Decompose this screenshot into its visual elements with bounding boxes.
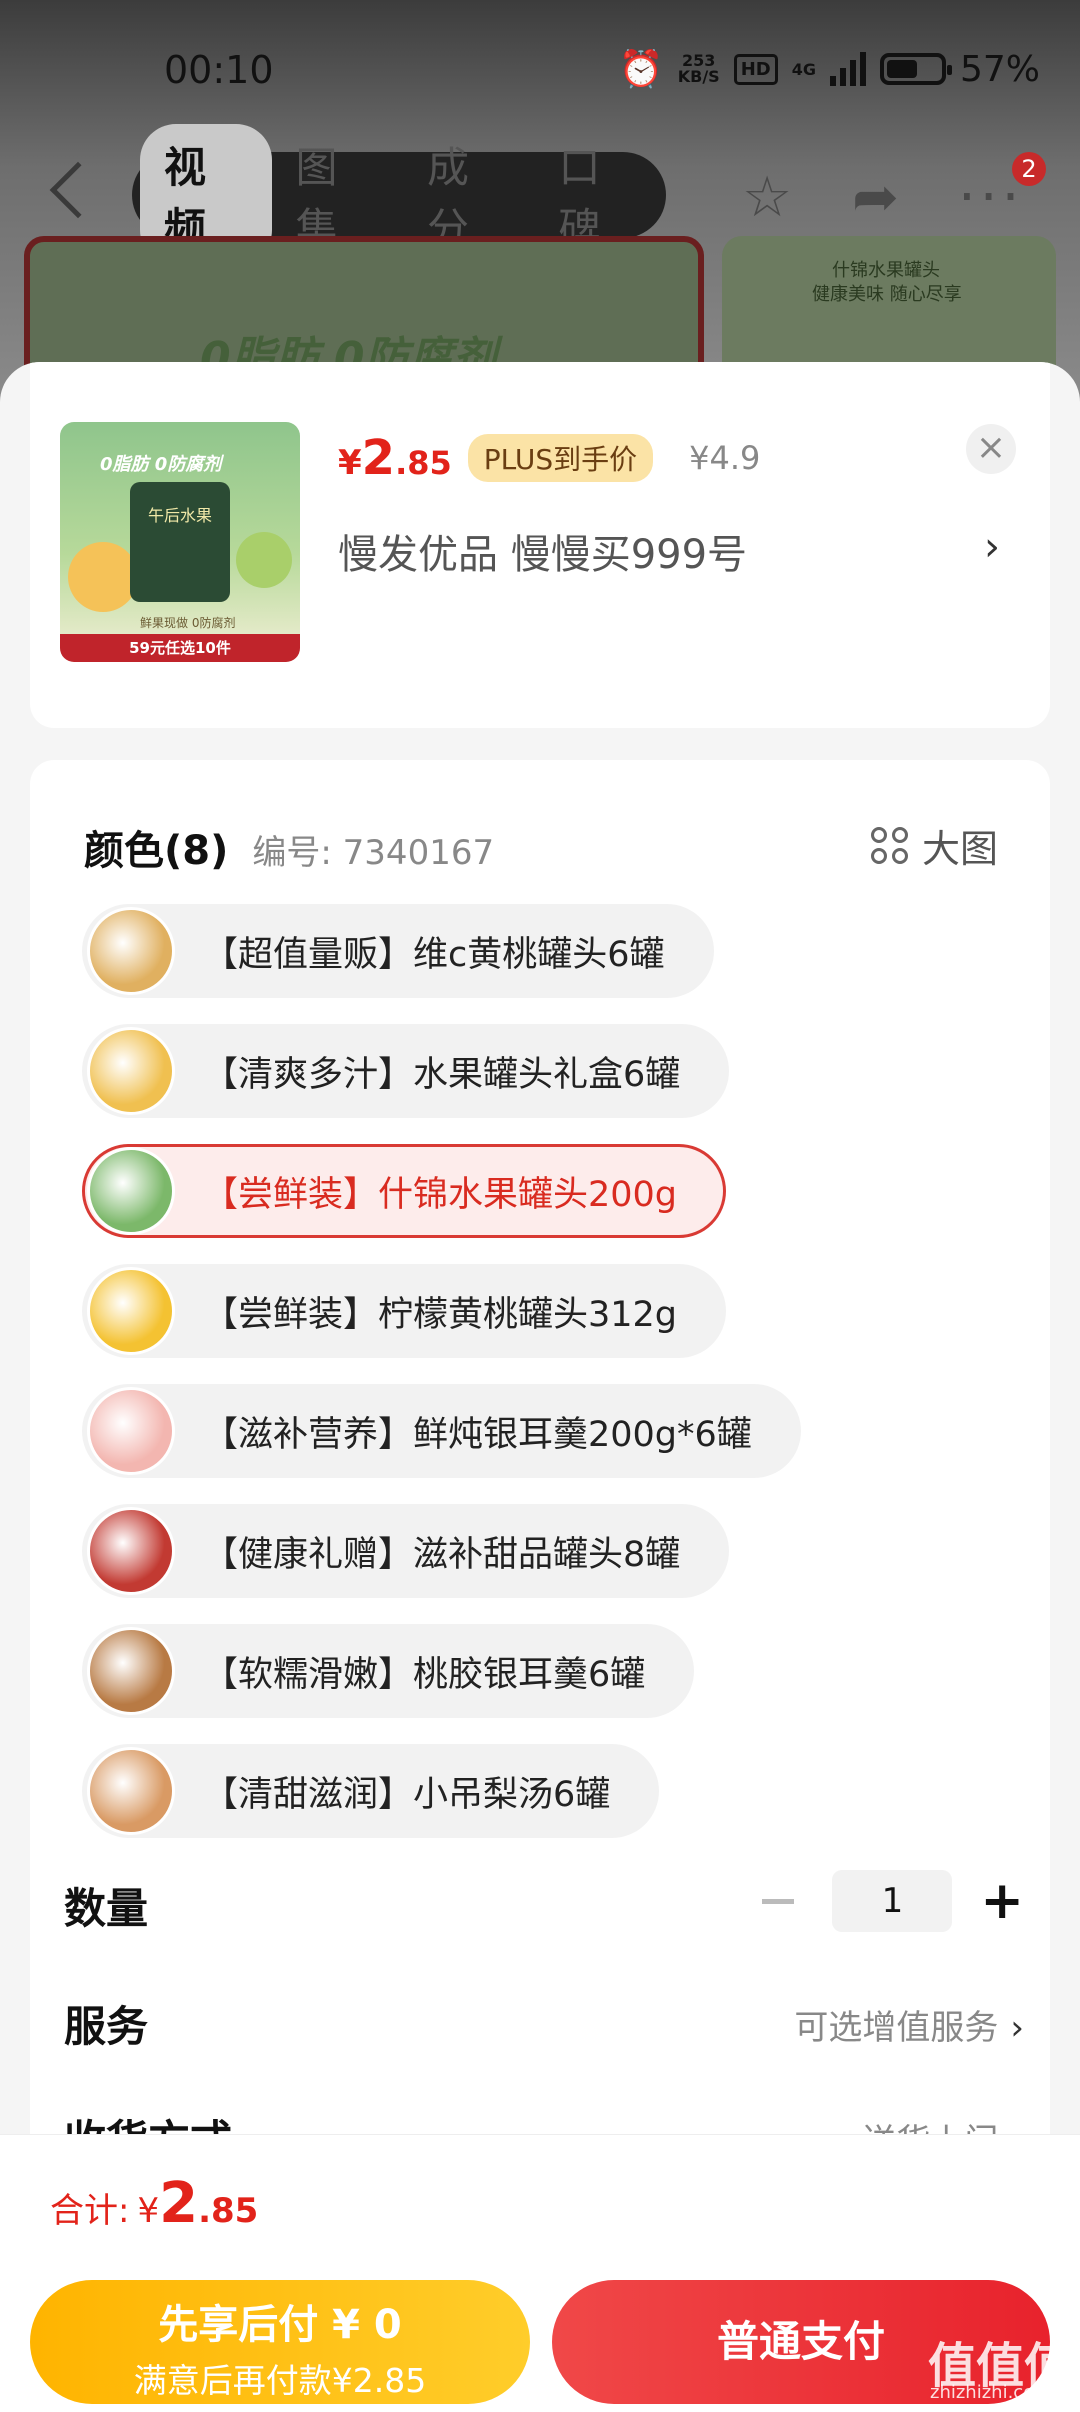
minus-icon[interactable] (762, 1898, 795, 1904)
quantity-input[interactable]: 1 (832, 1870, 953, 1932)
share-icon[interactable]: ➦ (852, 170, 899, 226)
item-code: 编号: 7340167 (252, 833, 495, 873)
network-type: 4G (791, 59, 816, 79)
option-label: 【滋补营养】鲜炖银耳羹200g*6罐 (203, 1414, 752, 1455)
color-header: 颜色(8) 编号: 7340167 (84, 818, 494, 876)
service-hint: 可选增值服务 › (794, 2000, 1024, 2049)
option-label: 【超值量贩】维c黄桃罐头6罐 (203, 934, 665, 975)
total-symbol: ¥ (137, 2191, 160, 2231)
option-thumbnail (87, 1627, 175, 1715)
big-image-label: 大图 (921, 827, 998, 871)
color-option[interactable]: 【软糯滑嫩】桃胶银耳羹6罐 (82, 1624, 695, 1718)
grape-shape (236, 532, 292, 588)
color-option[interactable]: 【健康礼赠】滋补甜品罐头8罐 (82, 1504, 730, 1598)
pay-bar: 先享后付 ¥ 0 满意后再付款¥2.85 普通支付 (0, 2264, 1080, 2412)
product-image[interactable]: 0脂肪 0防腐剂 午后水果 鲜果现做 0防腐剂 59元任选10件 (60, 422, 300, 662)
chevron-right-icon: › (1010, 2008, 1024, 2048)
option-label: 【清爽多汁】水果罐头礼盒6罐 (203, 1054, 681, 1095)
sku-sheet: 0脂肪 0防腐剂 午后水果 鲜果现做 0防腐剂 59元任选10件 ¥2.85 P… (0, 362, 1080, 2412)
watermark-url: zhizhizhi.com (930, 2382, 1052, 2403)
option-thumbnail (87, 1507, 175, 1595)
color-option[interactable]: 【清甜滋润】小吊梨汤6罐 (82, 1744, 660, 1838)
product-image-banner: 59元任选10件 (60, 634, 300, 662)
option-label: 【尝鲜装】柠檬黄桃罐头312g (203, 1294, 678, 1335)
total-decimal: .85 (198, 2191, 259, 2231)
close-button[interactable]: × (966, 424, 1016, 474)
option-label: 【软糯滑嫩】桃胶银耳羹6罐 (203, 1654, 646, 1695)
total-integer: 2 (159, 2171, 199, 2236)
quantity-row: 数量 1 + (64, 1870, 1024, 1940)
option-thumbnail (87, 1267, 175, 1355)
product-image-sub: 鲜果现做 0防腐剂 (140, 616, 236, 630)
color-option[interactable]: 【尝鲜装】什锦水果罐头200g (82, 1144, 727, 1238)
grid-icon (870, 827, 908, 864)
option-thumbnail (87, 1747, 175, 1835)
star-icon[interactable]: ☆ (742, 170, 792, 226)
status-time: 00:10 (164, 48, 274, 92)
status-bar: 00:10 ⏰ 253 KB/S HD 4G 57% (0, 0, 1080, 140)
option-thumbnail (87, 907, 175, 995)
signal-icon (829, 52, 866, 86)
option-label: 【清甜滋润】小吊梨汤6罐 (203, 1774, 611, 1815)
battery-percent: 57% (959, 48, 1040, 90)
net-speed: 253 KB/S (678, 53, 720, 85)
price-decimal: .85 (395, 444, 452, 482)
total-amount: 合计: ¥ 2 .85 (50, 2171, 258, 2236)
pay-later-title: 先享后付 ¥ 0 (158, 2302, 402, 2348)
product-summary: 0脂肪 0防腐剂 午后水果 鲜果现做 0防腐剂 59元任选10件 ¥2.85 P… (30, 362, 1050, 728)
pay-later-button[interactable]: 先享后付 ¥ 0 满意后再付款¥2.85 (30, 2280, 530, 2404)
background-thumbnail-text: 什锦水果罐头 (832, 260, 940, 281)
seller-name[interactable]: 慢发优品 慢慢买999号 (338, 522, 747, 580)
color-options: 【超值量贩】维c黄桃罐头6罐 【清爽多汁】水果罐头礼盒6罐 【尝鲜装】什锦水果罐头2… (82, 904, 801, 1864)
option-thumbnail (87, 1027, 175, 1115)
color-option[interactable]: 【清爽多汁】水果罐头礼盒6罐 (82, 1024, 730, 1118)
service-title: 服务 (64, 2001, 149, 2051)
notification-badge: 2 (1012, 152, 1046, 186)
color-title: 颜色(8) (84, 828, 229, 874)
price-row: ¥2.85 PLUS到手价 ¥4.9 (338, 430, 760, 486)
big-image-toggle[interactable]: 大图 (870, 818, 998, 873)
background-page: 00:10 ⏰ 253 KB/S HD 4G 57% 视频 图集 成分 口碑 ☆… (0, 0, 1080, 436)
hd-icon: HD (733, 53, 778, 85)
quantity-title: 数量 (64, 1883, 149, 1933)
plus-icon[interactable]: + (980, 1875, 1024, 1927)
total-bar: 合计: ¥ 2 .85 (0, 2134, 1080, 2264)
pay-later-sub: 满意后再付款¥2.85 (133, 2361, 427, 2400)
service-hint-text: 可选增值服务 (794, 2008, 999, 2048)
chevron-right-icon[interactable]: › (984, 524, 1000, 570)
product-can: 午后水果 (130, 482, 230, 602)
current-price: ¥2.85 (338, 430, 452, 486)
peach-shape (68, 542, 138, 612)
option-label: 【尝鲜装】什锦水果罐头200g (203, 1174, 678, 1215)
quantity-stepper: 1 + (762, 1870, 1024, 1932)
color-option[interactable]: 【滋补营养】鲜炖银耳羹200g*6罐 (82, 1384, 801, 1478)
price-integer: 2 (361, 430, 396, 486)
color-option[interactable]: 【尝鲜装】柠檬黄桃罐头312g (82, 1264, 727, 1358)
plus-price-tag: PLUS到手价 (467, 434, 654, 482)
background-thumbnail-sub: 健康美味 随心尽享 (812, 284, 962, 305)
battery-icon (879, 53, 952, 85)
service-row[interactable]: 服务 可选增值服务 › (64, 1988, 1024, 2058)
screen: 00:10 ⏰ 253 KB/S HD 4G 57% 视频 图集 成分 口碑 ☆… (0, 0, 1080, 2412)
option-thumbnail (87, 1387, 175, 1475)
total-label: 合计: (50, 2191, 130, 2231)
back-icon[interactable] (49, 161, 107, 219)
top-nav: 视频 图集 成分 口碑 ☆ ➦ ··· (0, 124, 1080, 266)
net-speed-unit: KB/S (677, 67, 720, 86)
status-icons: ⏰ 253 KB/S HD 4G 57% (618, 48, 1040, 91)
color-option[interactable]: 【超值量贩】维c黄桃罐头6罐 (82, 904, 714, 998)
option-thumbnail (87, 1147, 175, 1235)
more-icon[interactable]: ··· (958, 170, 1023, 226)
product-image-title: 0脂肪 0防腐剂 (100, 454, 222, 475)
price-symbol: ¥ (338, 443, 362, 483)
original-price: ¥4.9 (689, 439, 761, 477)
option-label: 【健康礼赠】滋补甜品罐头8罐 (203, 1534, 681, 1575)
alarm-icon: ⏰ (618, 49, 664, 90)
media-tabs: 视频 图集 成分 口碑 (132, 124, 666, 266)
